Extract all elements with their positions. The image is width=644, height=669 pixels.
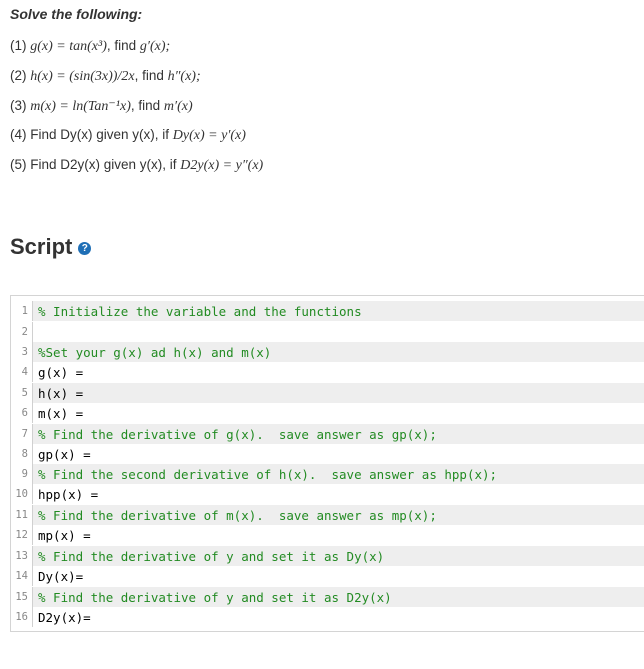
- code-line[interactable]: 8 gp(x) =: [11, 444, 644, 464]
- script-heading-label: Script: [10, 234, 73, 259]
- code-line[interactable]: 6 m(x) =: [11, 403, 644, 423]
- code-text[interactable]: %Set your g(x) ad h(x) and m(x): [33, 345, 271, 360]
- code-text[interactable]: g(x) =: [33, 365, 83, 380]
- code-line[interactable]: 1% Initialize the variable and the funct…: [11, 301, 644, 321]
- code-line[interactable]: 11% Find the derivative of m(x). save an…: [11, 505, 644, 525]
- problem-math: m(x) = ln(Tan⁻¹x): [30, 99, 131, 114]
- problem-4: (4) Find Dy(x) given y(x), if Dy(x) = y′…: [10, 127, 246, 144]
- line-number: 14: [11, 566, 33, 586]
- problem-number: (4): [10, 127, 27, 142]
- code-text[interactable]: % Find the derivative of m(x). save answ…: [33, 508, 437, 523]
- code-line[interactable]: 3 %Set your g(x) ad h(x) and m(x): [11, 342, 644, 362]
- problem-text: , find: [106, 38, 140, 53]
- code-line[interactable]: 13% Find the derivative of y and set it …: [11, 546, 644, 566]
- problem-target: g′(x);: [139, 39, 171, 54]
- problem-target: h″(x);: [167, 69, 201, 84]
- code-text[interactable]: % Find the derivative of y and set it as…: [33, 590, 392, 605]
- code-text[interactable]: Dy(x)=: [33, 569, 83, 584]
- problem-target: m′(x): [163, 99, 193, 114]
- problem-1: (1) g(x) = tan(x³), find g′(x);: [10, 38, 170, 55]
- code-line[interactable]: 16 D2y(x)=: [11, 607, 644, 627]
- line-number: 6: [11, 403, 33, 423]
- code-line[interactable]: 9% Find the second derivative of h(x). s…: [11, 464, 644, 484]
- line-number: 7: [11, 424, 33, 444]
- code-text[interactable]: mp(x) =: [33, 528, 91, 543]
- script-heading: Script ?: [10, 234, 92, 260]
- problem-3: (3) m(x) = ln(Tan⁻¹x), find m′(x): [10, 98, 193, 115]
- code-text[interactable]: % Find the second derivative of h(x). sa…: [33, 467, 497, 482]
- line-number: 2: [11, 322, 33, 342]
- code-line[interactable]: 7% Find the derivative of g(x). save ans…: [11, 424, 644, 444]
- line-number: 11: [11, 505, 33, 525]
- problem-text: Find D2y(x) given y(x), if: [30, 157, 181, 172]
- problem-math: g(x) = tan(x³): [30, 39, 107, 54]
- code-line[interactable]: 5 h(x) =: [11, 383, 644, 403]
- problem-math: h(x) = (sin(3x))/2x: [30, 69, 135, 84]
- problem-number: (2): [10, 68, 27, 83]
- problem-number: (5): [10, 157, 27, 172]
- code-editor[interactable]: 1% Initialize the variable and the funct…: [10, 295, 644, 632]
- code-text[interactable]: D2y(x)=: [33, 610, 91, 625]
- line-number: 8: [11, 444, 33, 464]
- code-line[interactable]: 15% Find the derivative of y and set it …: [11, 587, 644, 607]
- code-line[interactable]: 12 mp(x) =: [11, 525, 644, 545]
- code-text[interactable]: % Find the derivative of y and set it as…: [33, 549, 384, 564]
- prompt-title: Solve the following:: [10, 6, 143, 22]
- code-line[interactable]: 2: [11, 322, 644, 342]
- line-number: 4: [11, 362, 33, 382]
- line-number: 5: [11, 383, 33, 403]
- line-number: 13: [11, 546, 33, 566]
- line-number: 16: [11, 607, 33, 627]
- problem-2: (2) h(x) = (sin(3x))/2x, find h″(x);: [10, 68, 201, 85]
- problem-text: , find: [130, 98, 164, 113]
- code-line[interactable]: 10 hpp(x) =: [11, 484, 644, 504]
- problem-math: D2y(x) = y″(x): [180, 158, 264, 173]
- line-number: 12: [11, 525, 33, 545]
- problem-number: (1): [10, 38, 27, 53]
- problem-5: (5) Find D2y(x) given y(x), if D2y(x) = …: [10, 157, 263, 174]
- code-text[interactable]: m(x) =: [33, 406, 83, 421]
- problem-math: Dy(x) = y′(x): [172, 128, 246, 143]
- line-number: 9: [11, 464, 33, 484]
- line-number: 3: [11, 342, 33, 362]
- code-text[interactable]: gp(x) =: [33, 447, 91, 462]
- problem-text: Find Dy(x) given y(x), if: [30, 127, 173, 142]
- code-text[interactable]: % Initialize the variable and the functi…: [33, 304, 362, 319]
- code-line[interactable]: 14 Dy(x)=: [11, 566, 644, 586]
- code-text[interactable]: h(x) =: [33, 386, 83, 401]
- problem-text: , find: [134, 68, 168, 83]
- line-number: 15: [11, 587, 33, 607]
- line-number: 1: [11, 301, 33, 321]
- code-text[interactable]: % Find the derivative of g(x). save answ…: [33, 427, 437, 442]
- code-text[interactable]: hpp(x) =: [33, 487, 98, 502]
- problem-number: (3): [10, 98, 27, 113]
- code-line[interactable]: 4 g(x) =: [11, 362, 644, 382]
- line-number: 10: [11, 484, 33, 504]
- question-circle-icon[interactable]: ?: [78, 242, 92, 255]
